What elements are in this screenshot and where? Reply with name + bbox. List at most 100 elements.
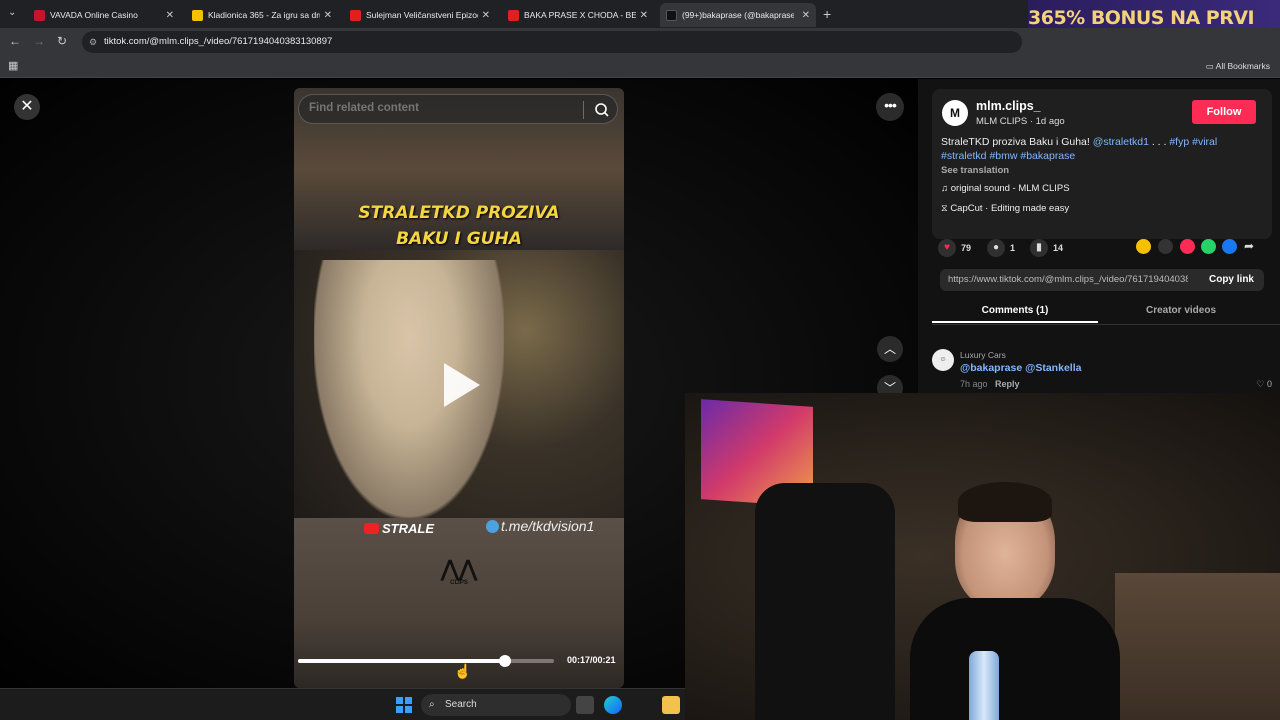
video-progress-fill [298,659,506,663]
caption-text: StraleTKD proziva Baku i Guha! [941,136,1093,148]
comment-like-count: 0 [1266,379,1272,389]
address-bar-row: ⚙ tiktok.com/@mlm.clips_/video/761719404… [0,28,1280,56]
video-progress-bar[interactable] [298,655,554,667]
more-dots-icon: ••• [884,97,897,113]
music-note-icon: ♫ [941,183,951,194]
avatar[interactable]: M [942,100,968,126]
author-username[interactable]: mlm.clips_ [976,99,1041,113]
copy-link-button[interactable]: Copy link [1209,274,1254,285]
close-tab-icon[interactable]: ✕ [640,10,648,21]
close-tab-icon[interactable]: ✕ [324,10,332,21]
gift-share-icon[interactable] [1136,239,1151,254]
caption-mention-link[interactable]: @straletkd1 [1093,136,1149,148]
more-options-button[interactable]: ••• [876,93,904,121]
embed-code-icon[interactable] [1158,239,1173,254]
share-link-url[interactable]: https://www.tiktok.com/@mlm.clips_/video… [948,274,1188,285]
comment-reply-button[interactable]: Reply [995,379,1020,389]
webcam-gaming-chair [755,483,895,720]
reload-icon[interactable]: ↻ [57,34,67,48]
tab-comments[interactable]: Comments (1) [932,301,1098,323]
share-link-box: https://www.tiktok.com/@mlm.clips_/video… [940,269,1264,291]
like-button[interactable]: ♥ 79 [938,239,971,257]
taskbar-search[interactable]: ⌕ Search [421,694,571,716]
comment-avatar[interactable]: ☺ [932,349,954,371]
browser-tab-vavada[interactable]: VAVADA Online Casino ✕ [28,3,180,27]
panel-tabs: Comments (1) Creator videos [932,301,1280,325]
video-overlay-title: STRALETKD PROZIVA BAKU I GUHA [294,200,624,252]
folder-icon: ▭ [1205,61,1216,71]
close-tab-icon[interactable]: ✕ [482,10,490,21]
comment-button[interactable]: ● 1 [987,239,1015,257]
close-tab-icon[interactable]: ✕ [166,10,174,21]
close-video-button[interactable]: ✕ [14,94,40,120]
follow-button[interactable]: Follow [1192,100,1256,124]
telegram-icon [486,519,499,533]
comment-time: 7h ago [960,379,988,389]
caption-dots: . . . [1148,136,1170,148]
all-bookmarks-label: All Bookmarks [1215,61,1270,71]
author-card: M mlm.clips_ MLM CLIPS · 1d ago Follow S… [932,89,1272,239]
tab-title: (99+)bakaprase (@bakaprase) | TikTok [682,10,794,20]
comment-like-button[interactable]: ♡ 0 [1256,379,1272,390]
windows-start-icon[interactable] [396,697,412,713]
heart-icon: ♥ [938,239,956,257]
browser-tab-tiktok[interactable]: (99+)bakaprase (@bakaprase) | TikTok ✕ [660,3,816,27]
apps-grid-icon[interactable]: ▦ [8,59,18,72]
video-actions-row: ♥ 79 ● 1 ▮ 14 ➦ [932,239,1272,267]
tab-title: BAKA PRASE X CHODA - BETMEN [524,10,636,20]
video-player[interactable]: STRALETKD PROZIVA BAKU I GUHA STRALE t.m… [294,88,624,688]
browser-tab-baka-prase[interactable]: BAKA PRASE X CHODA - BETMEN ✕ [502,3,654,27]
video-time-label: 00:17/00:21 [567,655,616,665]
youtube-icon [364,523,379,534]
file-explorer-icon[interactable] [662,696,680,714]
back-arrow-icon[interactable]: ← [9,34,21,48]
tab-list-chevron-icon[interactable]: ⌄ [8,7,16,18]
tiktok-favicon-icon [666,9,677,21]
capcut-label: CapCut · Editing made easy [950,203,1070,214]
tab-title: Kladionica 365 - Za igru sa drugim [208,10,320,20]
webcam-streamer [910,482,1120,720]
url-field[interactable]: ⚙ tiktok.com/@mlm.clips_/video/761719404… [82,31,1022,53]
search-icon: ⌕ [429,699,435,710]
clips-logo: ⋀⋀ CLIPS [434,558,484,587]
save-count: 14 [1053,243,1064,253]
search-divider [583,101,584,119]
kladionica-favicon-icon [192,9,203,21]
sound-row[interactable]: ♫ original sound - MLM CLIPS [941,183,1070,194]
comment-item: ☺ Luxury Cars @bakaprase @Stankella 7h a… [932,347,1272,393]
related-content-search [298,94,618,124]
play-icon[interactable] [444,363,480,407]
taskbar-search-label: Search [445,699,477,710]
site-info-icon[interactable]: ⚙ [89,31,97,53]
capcut-row[interactable]: ⧖ CapCut · Editing made easy [941,203,1069,214]
send-share-icon[interactable] [1180,239,1195,254]
previous-video-button[interactable]: ︿ [877,336,903,362]
url-text: tiktok.com/@mlm.clips_/video/76171940403… [104,36,333,47]
all-bookmarks-button[interactable]: ▭ All Bookmarks [1206,61,1270,72]
browser-tab-sulejman[interactable]: Sulejman Veličanstveni Epizoda ✕ [344,3,496,27]
webcam-sofa [1115,573,1280,720]
heart-outline-icon: ♡ [1256,379,1267,389]
close-tab-icon[interactable]: ✕ [802,10,810,21]
mouse-cursor-icon: ☝ [454,663,472,679]
search-input[interactable] [309,102,569,114]
edge-browser-icon[interactable] [604,696,622,714]
forward-arrow-icon[interactable]: → [33,34,45,48]
tab-creator-videos[interactable]: Creator videos [1098,301,1264,321]
webcam-water-bottle [969,651,999,720]
see-translation-link[interactable]: See translation [941,165,1009,176]
facebook-icon[interactable] [1222,239,1237,254]
task-view-icon[interactable] [576,696,594,714]
youtube-watermark-text: STRALE [382,521,434,536]
comment-username[interactable]: Luxury Cars [960,350,1006,360]
overlay-title-line1: STRALETKD PROZIVA [358,203,560,223]
new-tab-button[interactable]: + [823,6,831,22]
whatsapp-icon[interactable] [1201,239,1216,254]
search-icon[interactable] [593,101,611,119]
save-button[interactable]: ▮ 14 [1030,239,1063,257]
browser-tab-kladionica[interactable]: Kladionica 365 - Za igru sa drugim ✕ [186,3,338,27]
share-arrow-icon[interactable]: ➦ [1244,239,1254,253]
webcam-streamer-hair [958,482,1052,522]
chevron-up-icon: ︿ [883,342,896,356]
comment-count: 1 [1010,243,1016,253]
